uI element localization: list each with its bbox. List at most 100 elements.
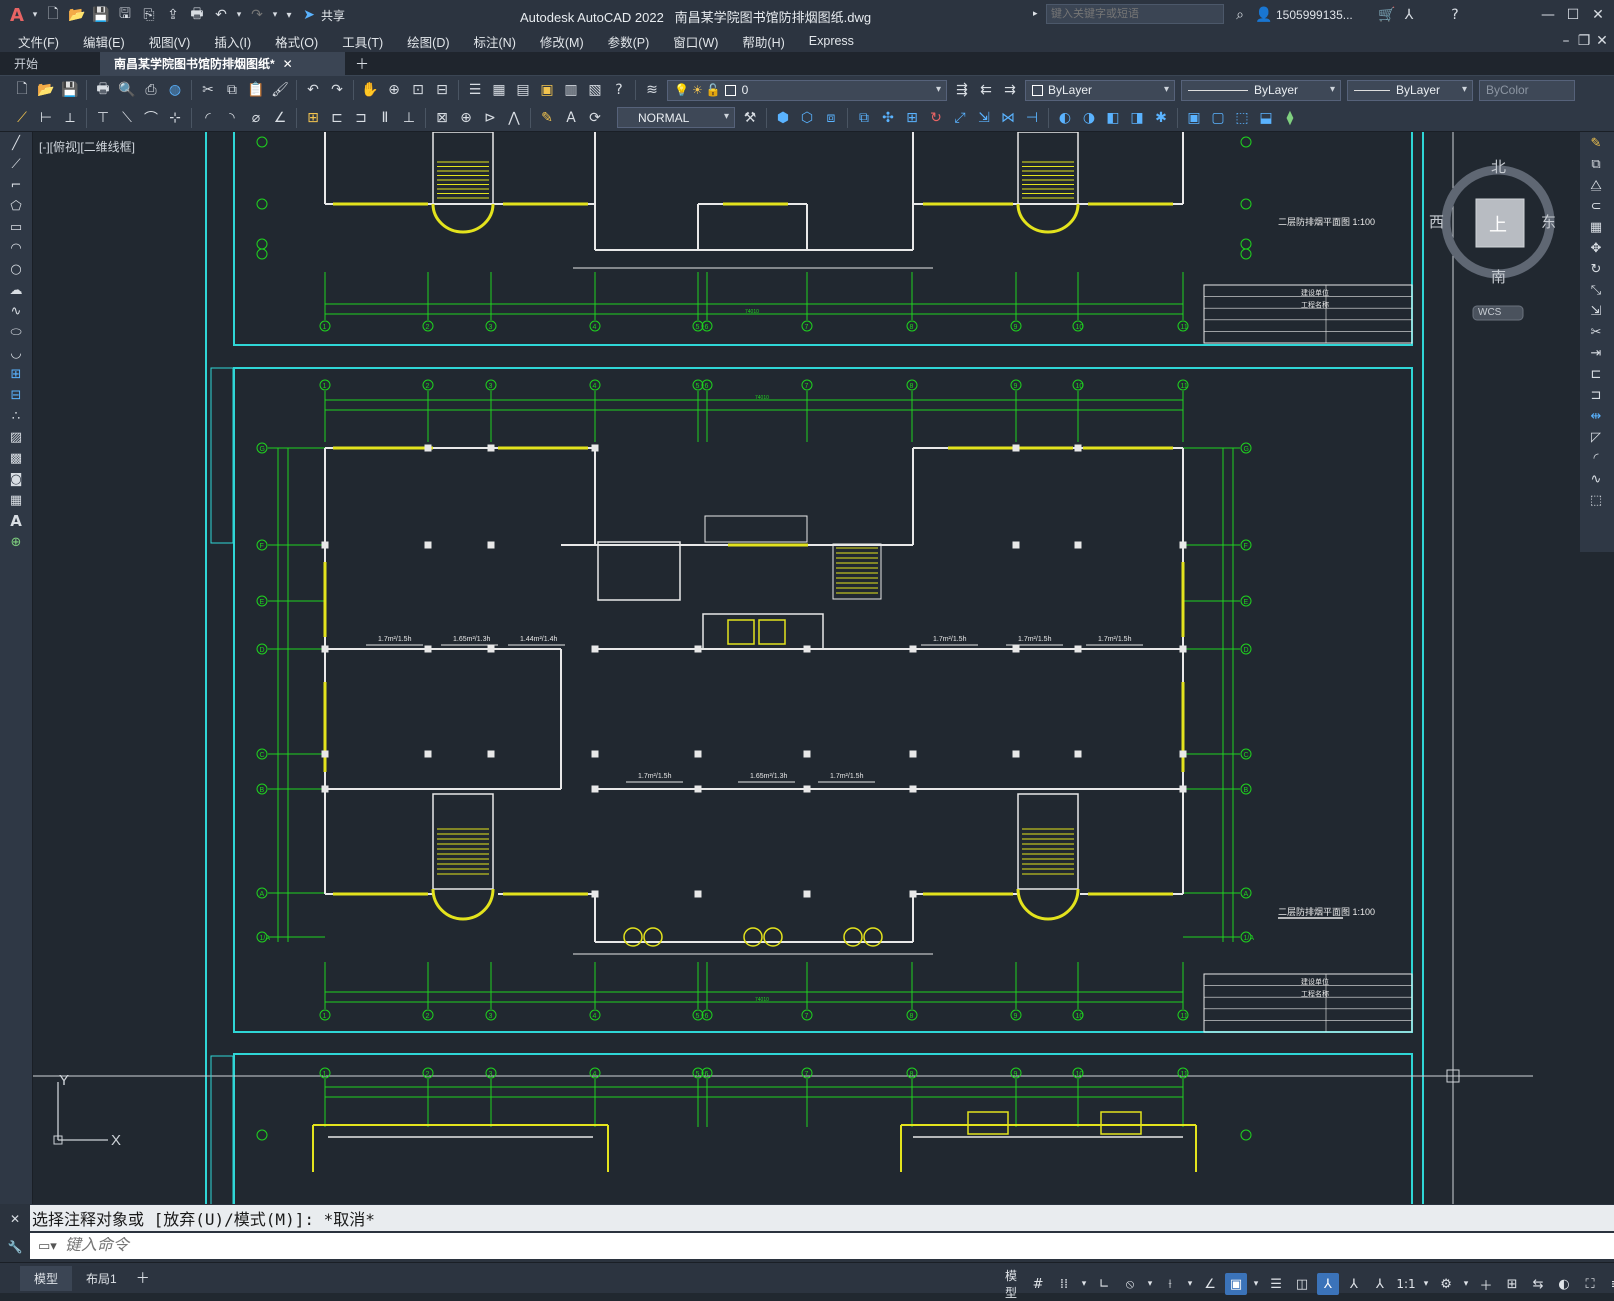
layer-properties-icon[interactable]: ≋ <box>641 79 663 101</box>
menu-format[interactable]: 格式(O) <box>263 32 330 51</box>
inspection-icon[interactable]: ⊳ <box>479 107 501 129</box>
viewcube-top-face[interactable]: 上 <box>1489 211 1507 237</box>
grid-icon[interactable]: # <box>1027 1273 1049 1295</box>
tab-start[interactable]: 开始 <box>0 52 100 76</box>
aligned-dim-icon[interactable]: ⟂ <box>59 107 81 129</box>
redo-chevron-icon[interactable]: ▾ <box>270 4 280 26</box>
close-icon[interactable]: ✕ <box>1587 4 1609 26</box>
linetype-dropdown[interactable]: ByLayer ▾ <box>1181 79 1341 101</box>
customize-command-icon[interactable]: 🔧 <box>5 1236 25 1258</box>
redo-icon[interactable]: ↷ <box>246 4 268 26</box>
array-icon[interactable]: ✣ <box>877 107 899 129</box>
extend-icon[interactable]: ⊣ <box>1021 107 1043 129</box>
quick-properties-icon[interactable]: ⇆ <box>1527 1273 1549 1295</box>
dim-aligned-icon[interactable]: ⟍ <box>116 107 138 129</box>
fillet-right-icon[interactable]: ◜ <box>1585 448 1607 468</box>
dim-text-edit-icon[interactable]: A <box>560 107 582 129</box>
copy-obj-icon[interactable]: ⬡ <box>796 107 818 129</box>
add-selected-icon[interactable]: ⊕ <box>5 532 27 552</box>
save-icon[interactable]: 💾 <box>90 4 112 26</box>
new-file-icon[interactable]: 🗋 <box>42 4 64 26</box>
stretch-icon[interactable]: ⇲ <box>973 107 995 129</box>
quick-dimension-icon[interactable]: ⊞ <box>302 107 324 129</box>
plotstyle-dropdown[interactable]: ByColor <box>1479 79 1575 101</box>
dim-baseline-icon[interactable]: ⊏ <box>326 107 348 129</box>
object-snap-tracking-icon[interactable]: ∠ <box>1199 1273 1221 1295</box>
tab-drawing[interactable]: 南昌某学院图书馆防排烟图纸* ✕ <box>100 51 345 76</box>
dim-space-icon[interactable]: Ⅱ <box>374 107 396 129</box>
dim-style-icon[interactable]: ⚒ <box>739 107 761 129</box>
plot-icon[interactable]: 🖶 <box>186 4 208 26</box>
move-right-icon[interactable]: ✥ <box>1585 238 1607 258</box>
blend-icon[interactable]: ∿ <box>1585 469 1607 489</box>
paste-icon[interactable]: 📋 <box>245 79 267 101</box>
insert-block-left-icon[interactable]: ⊞ <box>5 364 27 384</box>
clean-screen-icon[interactable]: ⛶ <box>1579 1273 1601 1295</box>
command-input[interactable] <box>64 1237 1465 1255</box>
offset-right-icon[interactable]: ⊂ <box>1585 196 1607 216</box>
isodraft-icon[interactable]: ⟊ <box>1159 1273 1181 1295</box>
erase-icon[interactable]: ⬢ <box>772 107 794 129</box>
menu-insert[interactable]: 插入(I) <box>202 32 263 51</box>
tool-palettes-icon[interactable]: ▤ <box>512 79 534 101</box>
snap-icon[interactable]: ⁞⁞ <box>1053 1273 1075 1295</box>
revcloud-icon[interactable]: ☁ <box>5 280 27 300</box>
layer-states-icon[interactable]: ⇉ <box>999 79 1021 101</box>
quickcalc-icon[interactable]: ▧ <box>584 79 606 101</box>
copy-right-icon[interactable]: ⧉ <box>1585 154 1607 174</box>
units-icon[interactable]: ⊞ <box>1501 1273 1523 1295</box>
minimize-icon[interactable]: — <box>1537 4 1559 26</box>
break-icon[interactable]: ◐ <box>1054 107 1076 129</box>
point-icon[interactable]: ∴ <box>5 406 27 426</box>
annotation-visibility-icon[interactable]: ⅄ <box>1317 1273 1340 1295</box>
open-folder-icon[interactable]: 📂 <box>66 4 88 26</box>
viewcube-west[interactable]: 西 <box>1429 211 1444 232</box>
new-tab-icon[interactable]: ＋ <box>351 53 373 75</box>
match-prop-icon[interactable]: 🖌 <box>269 79 291 101</box>
search-icon[interactable]: ⌕ <box>1229 4 1251 26</box>
object-snap-icon[interactable]: ▣ <box>1225 1273 1248 1295</box>
share-button[interactable]: 共享 <box>321 7 345 24</box>
move-icon[interactable]: ⊞ <box>901 107 923 129</box>
plot-tb-icon[interactable]: 🖶 <box>92 79 114 101</box>
annotation-monitor-icon[interactable]: ＋ <box>1475 1273 1497 1295</box>
polar-icon[interactable]: ⦸ <box>1119 1273 1141 1295</box>
dim-radius-icon[interactable]: ◜ <box>197 107 219 129</box>
spline-icon[interactable]: ∿ <box>5 301 27 321</box>
autodesk-app-icon[interactable]: ⅄ <box>1398 4 1420 26</box>
dim-edit-icon[interactable]: ✎ <box>536 107 558 129</box>
mirror-icon[interactable]: ⧈ <box>820 107 842 129</box>
app-menu-chevron-icon[interactable]: ▾ <box>30 4 40 26</box>
doc-minimize-icon[interactable]: – <box>1557 30 1575 52</box>
ellipse-icon[interactable]: ⬭ <box>5 322 27 342</box>
customize-quick-access-icon[interactable]: ▾ <box>282 4 296 26</box>
isodraft-chevron-icon[interactable]: ▾ <box>1185 1273 1195 1295</box>
viewcube[interactable]: 北 南 东 西 上 WCS <box>1429 142 1563 322</box>
ortho-icon[interactable]: ∟ <box>1093 1273 1115 1295</box>
doc-restore-icon[interactable]: ❐ <box>1575 30 1593 52</box>
xref-icon[interactable]: ⧫ <box>1279 107 1301 129</box>
workspace-chevron-icon[interactable]: ▾ <box>1461 1273 1471 1295</box>
share-icon[interactable]: ➤ <box>298 4 320 26</box>
join-icon[interactable]: ◑ <box>1078 107 1100 129</box>
color-dropdown[interactable]: ByLayer ▾ <box>1025 79 1175 101</box>
export-icon[interactable]: ⇪ <box>162 4 184 26</box>
layer-previous-icon[interactable]: ⇇ <box>975 79 997 101</box>
menu-help[interactable]: 帮助(H) <box>730 32 796 51</box>
model-space-button[interactable]: 模型 <box>1005 1267 1017 1301</box>
isolate-objects-icon[interactable]: ◐ <box>1553 1273 1575 1295</box>
dim-ordinate-icon[interactable]: ⊹ <box>164 107 186 129</box>
dim-diameter-icon[interactable]: ⌀ <box>245 107 267 129</box>
dim-update-icon[interactable]: ⟳ <box>584 107 606 129</box>
arc-icon[interactable]: ◠ <box>5 238 27 258</box>
menu-edit[interactable]: 编辑(E) <box>71 32 137 51</box>
annotation-scale-value[interactable]: 1:1 <box>1395 1273 1417 1295</box>
extend-right-icon[interactable]: ⇥ <box>1585 343 1607 363</box>
undo-chevron-icon[interactable]: ▾ <box>234 4 244 26</box>
mtext-icon[interactable]: A <box>5 511 27 531</box>
group-icon[interactable]: ▣ <box>1183 107 1205 129</box>
dim-angular-icon[interactable]: ∠ <box>269 107 291 129</box>
circle-icon[interactable]: ○ <box>5 259 27 279</box>
search-input[interactable] <box>1046 4 1224 24</box>
publish-icon[interactable]: ⎙ <box>140 79 162 101</box>
